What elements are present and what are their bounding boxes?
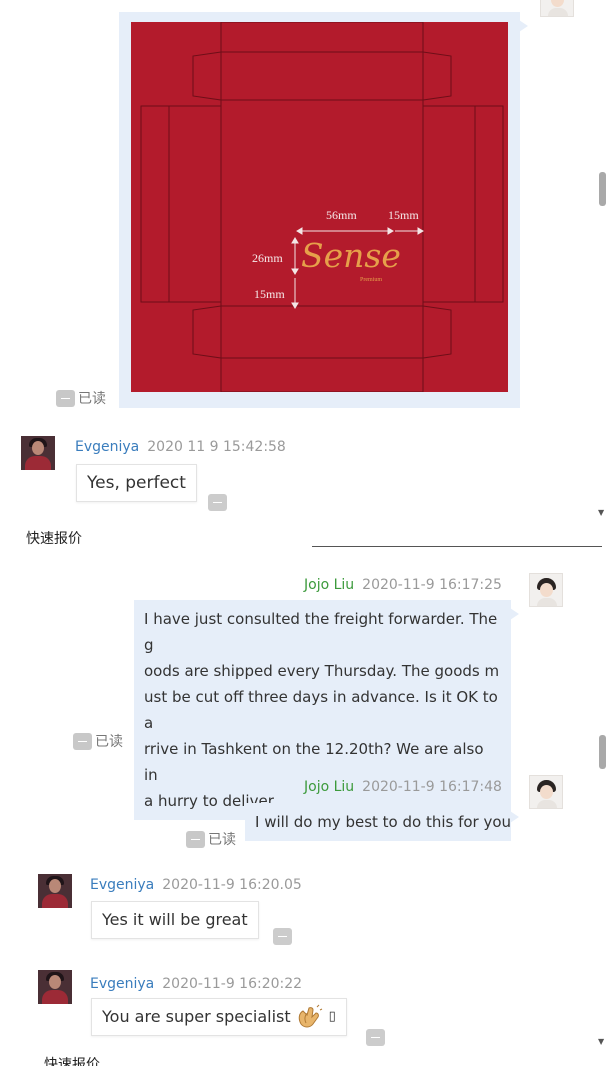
message-timestamp: 2020-11-9 16:17:25 <box>362 577 502 593</box>
message-meta: Jojo Liu 2020-11-9 16:17:48 <box>304 779 502 795</box>
incoming-message-bubble[interactable]: Yes it will be great <box>91 901 259 939</box>
clapping-hands-icon <box>298 1004 322 1028</box>
read-status-icon <box>186 830 205 848</box>
read-status-icon <box>73 732 92 750</box>
customer-avatar[interactable] <box>38 970 72 1004</box>
message-text-line[interactable]: I have just consulted the freight forwar… <box>144 606 501 658</box>
scroll-down-icon[interactable]: ▼ <box>598 1037 604 1046</box>
read-label: 已读 <box>208 832 236 848</box>
message-text[interactable]: Yes, perfect <box>87 473 186 493</box>
customer-avatar[interactable] <box>38 874 72 908</box>
incoming-message-bubble[interactable]: You are super specialist ▯ <box>91 998 347 1036</box>
quick-quote-button[interactable]: 快速报价 <box>38 1052 106 1066</box>
message-timestamp: 2020-11-9 16:20.05 <box>162 877 302 893</box>
dimension-margin-right-label: 15mm <box>388 208 419 222</box>
sense-logo: Sense <box>301 236 401 275</box>
message-meta: Evgeniya 2020-11-9 16:20:22 <box>90 976 302 992</box>
dimension-height-label: 26mm <box>252 251 283 265</box>
outgoing-message-bubble[interactable]: I will do my best to do this for you <box>245 803 519 841</box>
sender-name[interactable]: Jojo Liu <box>304 577 354 593</box>
sender-name[interactable]: Evgeniya <box>75 439 139 455</box>
message-text-line[interactable]: ust be cut off three days in advance. Is… <box>144 684 501 736</box>
message-text[interactable]: You are super specialist <box>102 1004 291 1030</box>
read-label: 已读 <box>95 734 123 750</box>
sender-name[interactable]: Jojo Liu <box>304 779 354 795</box>
message-meta: Evgeniya 2020 11 9 15:42:58 <box>75 439 286 455</box>
unsupported-glyph: ▯ <box>328 1009 336 1024</box>
packaging-dieline-image[interactable]: 56mm 15mm 26mm 15mm Sense Premium <box>131 22 508 392</box>
scroll-down-icon[interactable]: ▼ <box>598 508 604 517</box>
agent-avatar[interactable] <box>529 775 563 809</box>
sender-name[interactable]: Evgeniya <box>90 877 154 893</box>
dimension-margin-bottom-label: 15mm <box>254 287 285 301</box>
incoming-message-bubble[interactable]: Yes, perfect <box>76 464 197 502</box>
message-status-icon <box>366 1029 385 1046</box>
message-status-icon <box>208 494 227 511</box>
read-receipt: 已读 <box>73 731 123 751</box>
message-meta: Evgeniya 2020-11-9 16:20.05 <box>90 877 302 893</box>
message-status-icon <box>273 928 292 945</box>
sense-logo-subtext: Premium <box>360 277 382 283</box>
sender-name[interactable]: Evgeniya <box>90 976 154 992</box>
read-receipt: 已读 <box>56 388 106 408</box>
chat-pane-bottom: Jojo Liu 2020-11-9 16:17:25 I have just c… <box>0 557 610 1066</box>
read-receipt: 已读 <box>186 829 236 849</box>
image-message-bubble[interactable]: 56mm 15mm 26mm 15mm Sense Premium <box>119 12 528 408</box>
agent-avatar[interactable] <box>540 0 574 17</box>
pane-divider <box>0 545 610 557</box>
message-timestamp: 2020-11-9 16:17:48 <box>362 779 502 795</box>
message-timestamp: 2020-11-9 16:20:22 <box>162 976 303 992</box>
scrollbar[interactable]: ▼ <box>596 0 610 545</box>
agent-avatar[interactable] <box>529 573 563 607</box>
scrollbar[interactable]: ▼ <box>596 557 610 1066</box>
chat-pane-top: 56mm 15mm 26mm 15mm Sense Premium 已读 Evg… <box>0 0 610 545</box>
message-timestamp: 2020 11 9 15:42:58 <box>147 439 286 455</box>
message-text-line[interactable]: oods are shipped every Thursday. The goo… <box>144 658 501 684</box>
message-text[interactable]: Yes it will be great <box>102 910 248 929</box>
scrollbar-thumb[interactable] <box>599 172 606 206</box>
read-status-icon <box>56 389 75 407</box>
customer-avatar[interactable] <box>21 436 55 470</box>
message-text[interactable]: I will do my best to do this for you <box>255 813 511 831</box>
message-meta: Jojo Liu 2020-11-9 16:17:25 <box>304 577 502 593</box>
read-label: 已读 <box>78 391 106 407</box>
quick-quote-button[interactable]: 快速报价 <box>20 526 88 545</box>
scrollbar-thumb[interactable] <box>599 735 606 769</box>
dimension-width-label: 56mm <box>326 208 357 222</box>
